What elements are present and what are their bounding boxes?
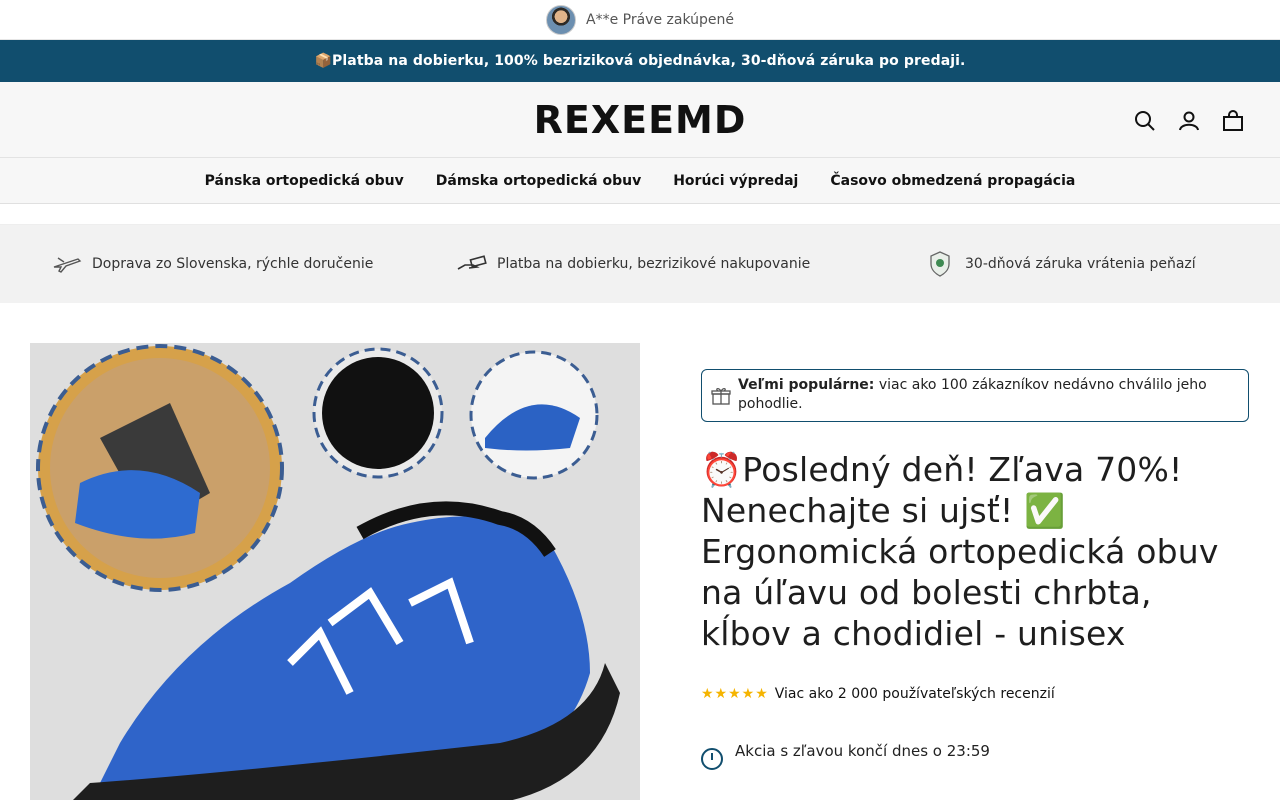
deal-text: Akcia s zľavou končí dnes o 23:59 [735, 742, 990, 760]
spacer [0, 204, 1280, 225]
popularity-notice: Veľmi populárne: viac ako 100 zákazníkov… [701, 369, 1249, 422]
rating-stars: ★★★★★ [701, 686, 769, 702]
account-icon[interactable] [1176, 108, 1202, 134]
buyer-avatar [546, 4, 576, 35]
reviews-count: Viac ako 2 000 používateľských recenzií [774, 686, 1055, 702]
nav-mens-shoes[interactable]: Pánska ortopedická obuv [205, 173, 404, 189]
product-section: Veľmi populárne: viac ako 100 zákazníkov… [0, 303, 1280, 800]
search-icon[interactable] [1132, 108, 1158, 134]
promo-banner: 📦Platba na dobierku, 100% bezriziková ob… [0, 40, 1280, 82]
product-title: ⏰Posledný deň! Zľava 70%! Nenechajte si … [701, 450, 1219, 653]
header-icons [1132, 108, 1246, 134]
feature-text: 30-dňová záruka vrátenia peňazí [965, 256, 1196, 272]
rating-row[interactable]: ★★★★★ Viac ako 2 000 používateľských rec… [701, 686, 1249, 702]
features-strip: Doprava zo Slovenska, rýchle doručenie P… [0, 225, 1280, 303]
airplane-icon [52, 253, 82, 275]
site-header: REXEEMD [0, 82, 1280, 158]
feature-shipping: Doprava zo Slovenska, rýchle doručenie [52, 253, 457, 275]
store-logo[interactable]: REXEEMD [534, 98, 747, 142]
main-navigation: Pánska ortopedická obuv Dámska ortopedic… [0, 158, 1280, 204]
shield-badge-icon [925, 251, 955, 277]
recent-purchase-bar: A**e Práve zakúpené [0, 0, 1280, 40]
product-info: Veľmi populárne: viac ako 100 zákazníkov… [701, 369, 1249, 770]
feature-guarantee: 30-dňová záruka vrátenia peňazí [925, 251, 1196, 277]
feature-text: Platba na dobierku, bezrizikové nakupova… [497, 256, 811, 272]
popular-label: Veľmi populárne: [738, 377, 875, 393]
feature-text: Doprava zo Slovenska, rýchle doručenie [92, 256, 374, 272]
gift-icon [711, 386, 731, 406]
clock-icon [701, 748, 723, 770]
nav-womens-shoes[interactable]: Dámska ortopedická obuv [436, 173, 641, 189]
cart-icon[interactable] [1220, 108, 1246, 134]
feature-cod: Platba na dobierku, bezrizikové nakupova… [457, 253, 925, 275]
recent-purchase-text: A**e Práve zakúpené [586, 11, 734, 28]
hand-cash-icon [457, 253, 487, 275]
logo-text: REXEEMD [533, 97, 747, 142]
nav-limited-promo[interactable]: Časovo obmedzená propagácia [830, 173, 1075, 189]
deal-timer: Akcia s zľavou končí dnes o 23:59 [701, 732, 1249, 770]
nav-hot-sale[interactable]: Horúci výpredaj [673, 173, 798, 189]
product-image[interactable] [30, 343, 640, 800]
